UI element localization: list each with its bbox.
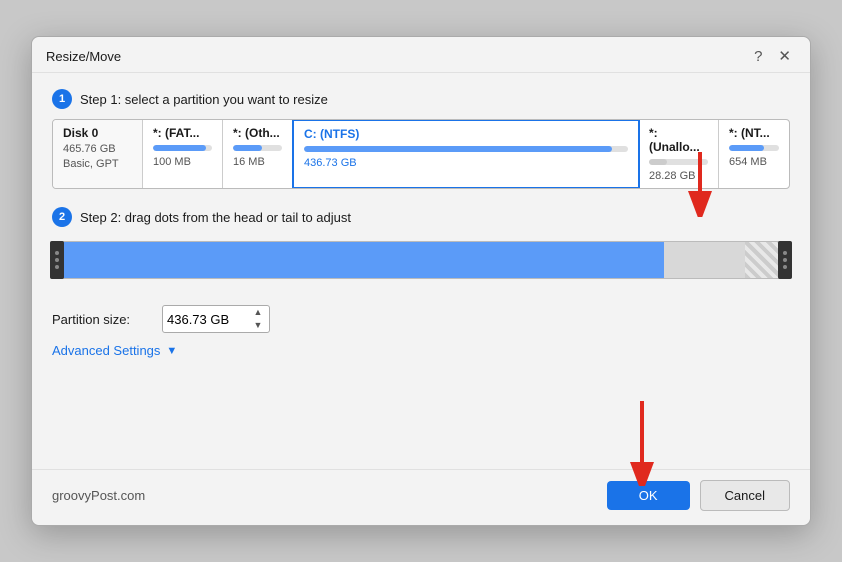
resize-move-dialog: Resize/Move ? ✕ 1 Step 1: select a parti…: [31, 36, 811, 526]
rdot2: [783, 258, 787, 262]
unallo-title: *: (Unallo...: [649, 126, 708, 154]
close-button[interactable]: ✕: [773, 47, 796, 66]
fat-bar: [153, 145, 212, 151]
footer-buttons: OK Cancel: [607, 480, 790, 511]
resize-handle-right[interactable]: [778, 241, 792, 279]
step1-text: Step 1: select a partition you want to r…: [80, 92, 328, 107]
dot3: [55, 265, 59, 269]
nt2-title: *: (NT...: [729, 126, 779, 140]
partition-nt2[interactable]: *: (NT... 654 MB: [719, 120, 789, 188]
nt2-bar-fill: [729, 145, 764, 151]
unallo-size: 28.28 GB: [649, 170, 708, 182]
left-handle-dots: [55, 251, 59, 269]
nt2-bar: [729, 145, 779, 151]
partition-fat[interactable]: *: (FAT... 100 MB: [143, 120, 223, 188]
dot1: [55, 251, 59, 255]
unallo-bar-fill: [649, 159, 667, 165]
size-spinner-up[interactable]: ▲: [251, 306, 265, 319]
step2-circle: 2: [52, 207, 72, 227]
oth-title: *: (Oth...: [233, 126, 282, 140]
fat-bar-fill: [153, 145, 206, 151]
right-handle-dots: [783, 251, 787, 269]
ntfs-title: C: (NTFS): [304, 127, 628, 141]
ntfs-size: 436.73 GB: [304, 157, 628, 169]
advanced-settings-row: Advanced Settings ▼: [52, 343, 790, 358]
step2-label: 2 Step 2: drag dots from the head or tai…: [52, 207, 790, 227]
resize-bar-wrapper: [52, 241, 790, 279]
title-bar: Resize/Move ? ✕: [32, 37, 810, 73]
fat-title: *: (FAT...: [153, 126, 212, 140]
step1-label: 1 Step 1: select a partition you want to…: [52, 89, 790, 109]
help-button[interactable]: ?: [749, 47, 767, 66]
size-input-wrapper[interactable]: ▲ ▼: [162, 305, 270, 333]
resize-light-segment: [664, 242, 745, 278]
step2-text: Step 2: drag dots from the head or tail …: [80, 210, 351, 225]
advanced-settings-arrow-icon: ▼: [166, 345, 177, 357]
ntfs-bar: [304, 146, 628, 152]
resize-handle-left[interactable]: [50, 241, 64, 279]
disk0-info: Basic, GPT: [63, 158, 132, 170]
ok-button-wrapper: OK: [607, 481, 690, 510]
resize-track-inner: [53, 242, 789, 278]
title-bar-controls: ? ✕: [749, 47, 796, 66]
fat-size: 100 MB: [153, 156, 212, 168]
nt2-size: 654 MB: [729, 156, 779, 168]
resize-track: [52, 241, 790, 279]
size-spinner-down[interactable]: ▼: [251, 319, 265, 332]
oth-size: 16 MB: [233, 156, 282, 168]
cancel-button[interactable]: Cancel: [700, 480, 790, 511]
dot2: [55, 258, 59, 262]
partition-size-row: Partition size: ▲ ▼: [52, 305, 790, 333]
dialog-body: 1 Step 1: select a partition you want to…: [32, 73, 810, 469]
oth-bar-fill: [233, 145, 262, 151]
partition-ntfs[interactable]: C: (NTFS) 436.73 GB: [292, 119, 640, 189]
partition-unallo[interactable]: *: (Unallo... 28.28 GB: [639, 120, 719, 188]
ntfs-bar-fill: [304, 146, 612, 152]
footer-brand: groovyPost.com: [52, 488, 145, 503]
partition-disk0: Disk 0 465.76 GB Basic, GPT: [53, 120, 143, 188]
unallo-bar: [649, 159, 708, 165]
partition-table: Disk 0 465.76 GB Basic, GPT *: (FAT... 1…: [52, 119, 790, 189]
step1-circle: 1: [52, 89, 72, 109]
resize-blue-segment: [53, 242, 664, 278]
rdot3: [783, 265, 787, 269]
advanced-settings-link[interactable]: Advanced Settings: [52, 343, 160, 358]
ok-button[interactable]: OK: [607, 481, 690, 510]
resize-bar-container: [52, 237, 790, 283]
partition-size-label: Partition size:: [52, 312, 152, 327]
partition-oth[interactable]: *: (Oth... 16 MB: [223, 120, 293, 188]
dialog-footer: groovyPost.com OK Cancel: [32, 469, 810, 525]
size-spinners: ▲ ▼: [251, 306, 265, 332]
rdot1: [783, 251, 787, 255]
oth-bar: [233, 145, 282, 151]
dialog-title: Resize/Move: [46, 49, 121, 64]
disk0-size: 465.76 GB: [63, 143, 132, 155]
size-input[interactable]: [167, 312, 247, 327]
disk0-title: Disk 0: [63, 126, 132, 140]
step2-section: 2 Step 2: drag dots from the head or tai…: [52, 207, 790, 291]
